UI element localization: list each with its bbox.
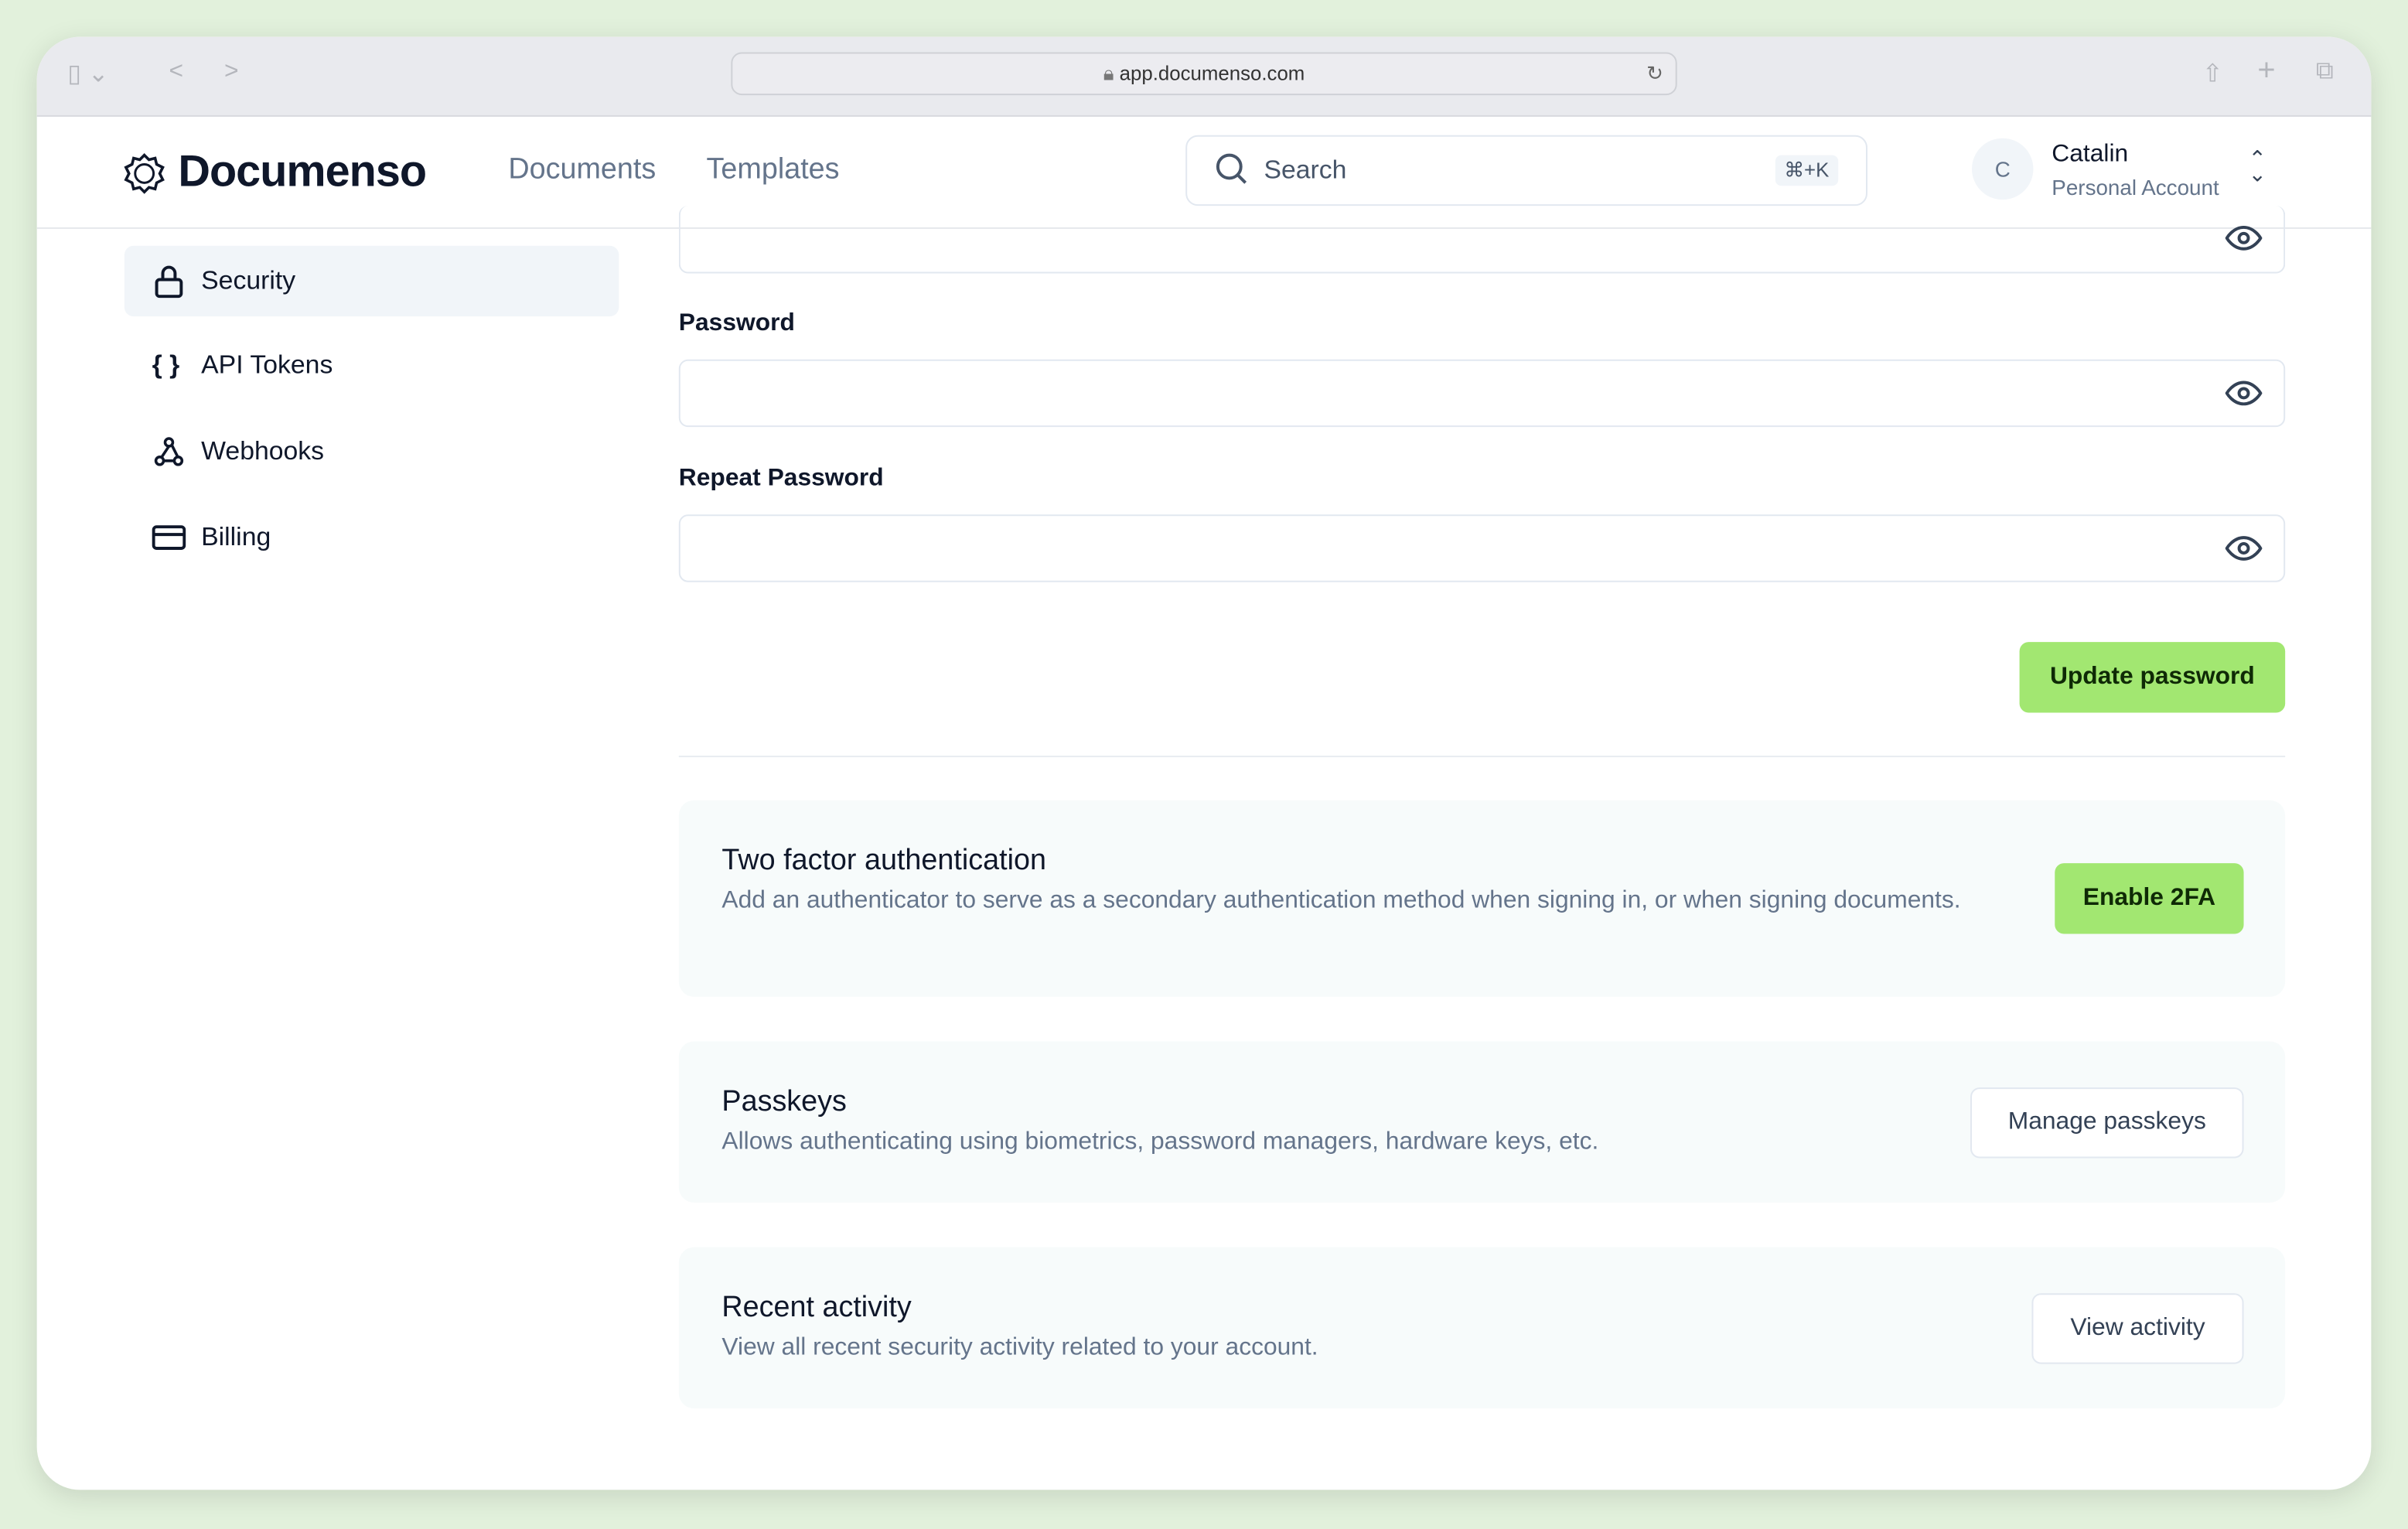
tabs-overview-icon[interactable]: ⧉: [2316, 58, 2334, 86]
card-title: Recent activity: [721, 1292, 912, 1324]
search-button[interactable]: Search ⌘+K: [1185, 135, 1867, 206]
divider: [678, 756, 2286, 758]
sidebar-item-label: Security: [201, 265, 296, 295]
credit-card-icon: [152, 525, 186, 550]
passkeys-card: Passkeys Allows authenticating using bio…: [678, 1041, 2286, 1203]
card-description: Add an authenticator to serve as a secon…: [721, 887, 1961, 914]
sidebar-item-label: Billing: [201, 522, 271, 551]
lock-icon: 🔒︎: [1103, 61, 1114, 85]
user-name[interactable]: Catalin: [2052, 142, 2128, 169]
account-type[interactable]: Personal Account: [2052, 175, 2219, 200]
sidebar-item-webhooks[interactable]: Webhooks: [124, 416, 619, 486]
view-activity-button[interactable]: View activity: [2031, 1293, 2244, 1364]
lock-icon: [155, 265, 183, 299]
address-bar[interactable]: 🔒︎ app.documenso.com ↻: [731, 52, 1677, 96]
avatar[interactable]: C: [1972, 138, 2034, 200]
chevron-up-down-icon[interactable]: ⌃ ⌄: [2249, 148, 2266, 185]
current-password-input[interactable]: [678, 206, 2286, 274]
card-title: Passkeys: [721, 1086, 847, 1118]
password-input[interactable]: [678, 359, 2286, 428]
browser-toolbar: ▯ ⌄ < > 🔒︎ app.documenso.com ↻ ⇧ + ⧉: [36, 36, 2372, 117]
nav-templates[interactable]: Templates: [707, 154, 840, 188]
share-icon[interactable]: ⇧: [2202, 58, 2223, 89]
sidebar-toggle-icon[interactable]: ▯ ⌄: [67, 58, 108, 89]
recent-activity-card: Recent activity View all recent security…: [678, 1247, 2286, 1409]
sidebar-item-billing[interactable]: Billing: [124, 502, 619, 572]
password-label: Password: [678, 310, 795, 336]
webhook-icon: [154, 437, 184, 466]
eye-icon[interactable]: [2225, 534, 2263, 562]
brand-logo[interactable]: Documenso: [123, 147, 427, 199]
search-shortcut: ⌘+K: [1775, 155, 1839, 186]
search-icon: [1216, 153, 1247, 184]
logo-icon: [124, 152, 165, 193]
update-password-button[interactable]: Update password: [2019, 642, 2286, 713]
card-title: Two factor authentication: [721, 845, 1046, 878]
reload-icon[interactable]: ↻: [1646, 54, 1663, 94]
sidebar-item-label: Webhooks: [201, 436, 325, 466]
sidebar-item-api-tokens[interactable]: { } API Tokens: [124, 330, 619, 401]
repeat-password-input[interactable]: [678, 514, 2286, 582]
manage-passkeys-button[interactable]: Manage passkeys: [1970, 1087, 2244, 1159]
url-text: app.documenso.com: [1119, 61, 1305, 85]
braces-icon: { }: [152, 350, 180, 380]
sidebar-item-security[interactable]: Security: [124, 245, 619, 317]
two-factor-card: Two factor authentication Add an authent…: [678, 800, 2286, 997]
forward-icon[interactable]: >: [224, 58, 239, 86]
browser-window: ▯ ⌄ < > 🔒︎ app.documenso.com ↻ ⇧ + ⧉ Doc…: [36, 36, 2372, 1490]
brand-name: Documenso: [178, 147, 427, 197]
nav-documents[interactable]: Documents: [508, 154, 656, 188]
sidebar-item-label: API Tokens: [201, 350, 333, 380]
card-description: View all recent security activity relate…: [721, 1334, 1318, 1361]
eye-icon[interactable]: [2225, 380, 2263, 408]
search-label: Search: [1264, 155, 1347, 185]
card-description: Allows authenticating using biometrics, …: [721, 1128, 1599, 1155]
back-icon[interactable]: <: [169, 58, 183, 86]
new-tab-icon[interactable]: +: [2257, 54, 2275, 90]
eye-icon[interactable]: [2225, 224, 2263, 252]
enable-2fa-button[interactable]: Enable 2FA: [2055, 863, 2244, 934]
repeat-password-label: Repeat Password: [678, 465, 884, 492]
